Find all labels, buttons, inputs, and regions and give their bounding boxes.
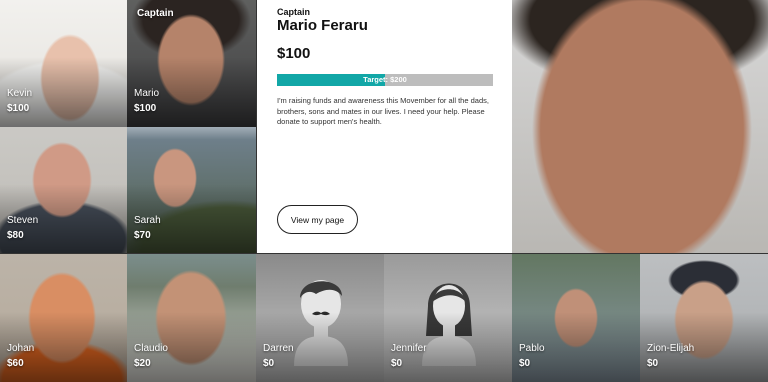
member-amount: $70 (134, 230, 151, 241)
detail-role: Captain (277, 7, 311, 17)
detail-raised-amount: $100 (277, 45, 311, 62)
member-amount: $60 (7, 358, 24, 369)
member-detail-card: Captain Mario Feraru $100 Target: $200 I… (256, 0, 512, 254)
member-amount: $0 (647, 358, 659, 369)
member-tile-darren[interactable]: Darren $0 (256, 254, 384, 382)
member-amount: $0 (263, 358, 275, 369)
member-name: Darren (263, 343, 294, 354)
member-amount: $0 (519, 358, 531, 369)
member-tile-johan[interactable]: Johan $60 (0, 254, 127, 382)
detail-name: Mario Feraru (277, 17, 368, 34)
member-tile-claudio[interactable]: Claudio $20 (127, 254, 256, 382)
member-role: Captain (137, 8, 174, 19)
member-amount: $80 (7, 230, 24, 241)
divider (0, 253, 768, 254)
member-name: Kevin (7, 88, 33, 99)
member-name: Steven (7, 215, 39, 226)
member-name: Mario (134, 88, 160, 99)
detail-message: I'm raising funds and awareness this Mov… (277, 96, 489, 126)
member-tile-sarah[interactable]: Sarah $70 (127, 127, 256, 254)
view-my-page-button[interactable]: View my page (277, 205, 358, 234)
member-tile-kevin[interactable]: Kevin $100 (0, 0, 127, 127)
member-name: Sarah (134, 215, 161, 226)
member-tile-pablo[interactable]: Pablo $0 (512, 254, 640, 382)
member-name: Jennifer (391, 343, 427, 354)
member-tile-mario[interactable]: Captain Mario $100 (127, 0, 256, 127)
member-name: Johan (7, 343, 35, 354)
member-amount: $20 (134, 358, 151, 369)
member-tile-zion-elijah[interactable]: Zion-Elijah $0 (640, 254, 768, 382)
member-name: Zion-Elijah (647, 343, 695, 354)
member-amount: $100 (7, 103, 30, 114)
member-amount: $0 (391, 358, 403, 369)
member-name: Pablo (519, 343, 545, 354)
selected-member-photo (512, 0, 768, 254)
member-amount: $100 (134, 103, 157, 114)
progress-target-label: Target: $200 (363, 75, 407, 84)
member-tile-jennifer[interactable]: Jennifer $0 (384, 254, 512, 382)
member-tile-steven[interactable]: Steven $80 (0, 127, 127, 254)
member-name: Claudio (134, 343, 168, 354)
progress-bar: Target: $200 (277, 74, 493, 86)
